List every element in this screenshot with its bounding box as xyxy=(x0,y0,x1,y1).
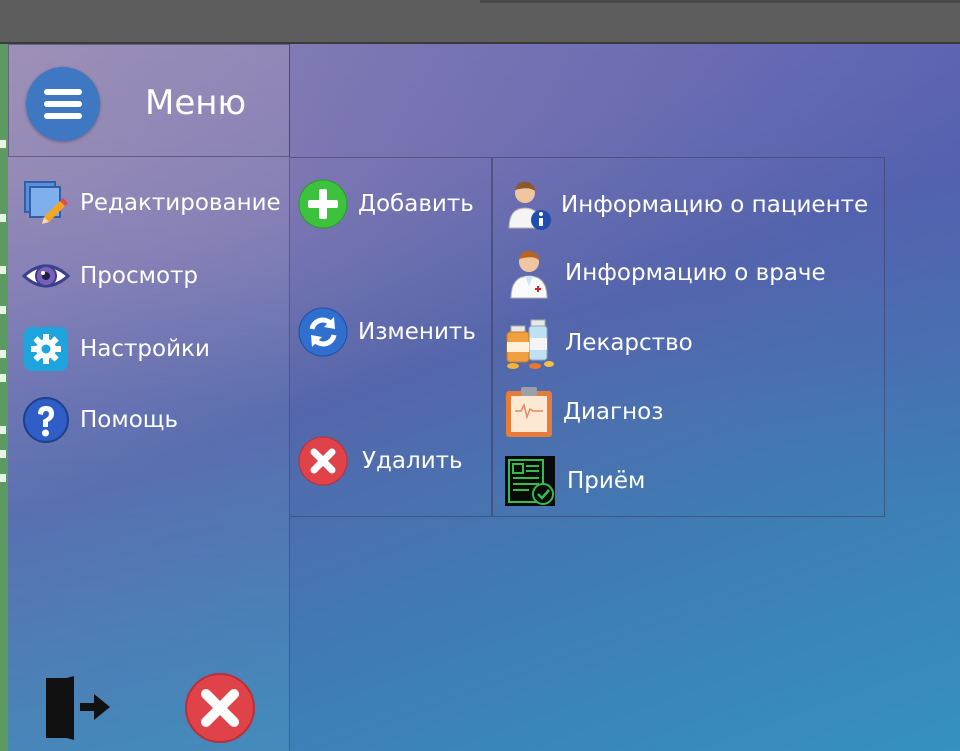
sidebar-item-label: Редактирование xyxy=(80,190,281,216)
add-label: Добавить xyxy=(358,191,474,217)
menu-title: Меню xyxy=(145,83,247,123)
plus-icon xyxy=(298,179,348,229)
medicine-label: Лекарство xyxy=(565,330,693,356)
main-window: Меню Редактирование Просмотр Настройки П… xyxy=(8,44,960,751)
window-title-bar xyxy=(0,0,960,44)
close-button[interactable] xyxy=(184,672,256,744)
doctor-icon xyxy=(503,246,557,300)
refresh-icon xyxy=(298,307,348,357)
entities-panel: Информацию о пациенте Информацию о враче xyxy=(492,157,885,517)
sidebar-item-settings[interactable]: Настройки xyxy=(22,325,210,373)
menu-header: Меню xyxy=(8,44,290,157)
edit-button[interactable]: Изменить xyxy=(298,306,476,358)
patient-info-label: Информацию о пациенте xyxy=(561,192,869,218)
actions-panel: Добавить Изменить Удалить xyxy=(290,157,492,517)
exit-door-icon[interactable] xyxy=(44,676,112,740)
medicine-icon xyxy=(503,316,557,370)
edit-label: Изменить xyxy=(358,319,476,345)
diagnosis-label: Диагноз xyxy=(563,399,664,425)
patient-info-icon xyxy=(503,178,557,232)
sidebar: Меню Редактирование Просмотр Настройки П… xyxy=(8,44,290,751)
delete-icon xyxy=(298,436,348,486)
doctor-info-label: Информацию о враче xyxy=(565,260,826,286)
add-button[interactable]: Добавить xyxy=(298,178,474,230)
doctor-info-item[interactable]: Информацию о враче xyxy=(503,246,826,300)
gear-icon xyxy=(22,325,70,373)
eye-icon xyxy=(22,252,70,300)
background-window-edge xyxy=(0,44,8,751)
hamburger-menu-button[interactable] xyxy=(26,67,100,141)
delete-button[interactable]: Удалить xyxy=(298,435,463,487)
edit-icon xyxy=(22,179,70,227)
diagnosis-item[interactable]: Диагноз xyxy=(503,385,663,439)
sidebar-item-label: Просмотр xyxy=(80,263,199,289)
sidebar-item-label: Настройки xyxy=(80,336,210,362)
help-icon xyxy=(22,396,70,444)
appointment-label: Приём xyxy=(567,468,646,494)
sidebar-item-edit[interactable]: Редактирование xyxy=(22,179,281,227)
appointment-item[interactable]: Приём xyxy=(503,454,645,508)
sidebar-item-help[interactable]: Помощь xyxy=(22,396,178,444)
sidebar-item-label: Помощь xyxy=(80,407,179,433)
clipboard-icon xyxy=(503,385,557,439)
appointment-icon xyxy=(503,454,557,508)
medicine-item[interactable]: Лекарство xyxy=(503,316,693,370)
delete-label: Удалить xyxy=(362,448,463,474)
patient-info-item[interactable]: Информацию о пациенте xyxy=(503,178,868,232)
sidebar-item-view[interactable]: Просмотр xyxy=(22,252,198,300)
